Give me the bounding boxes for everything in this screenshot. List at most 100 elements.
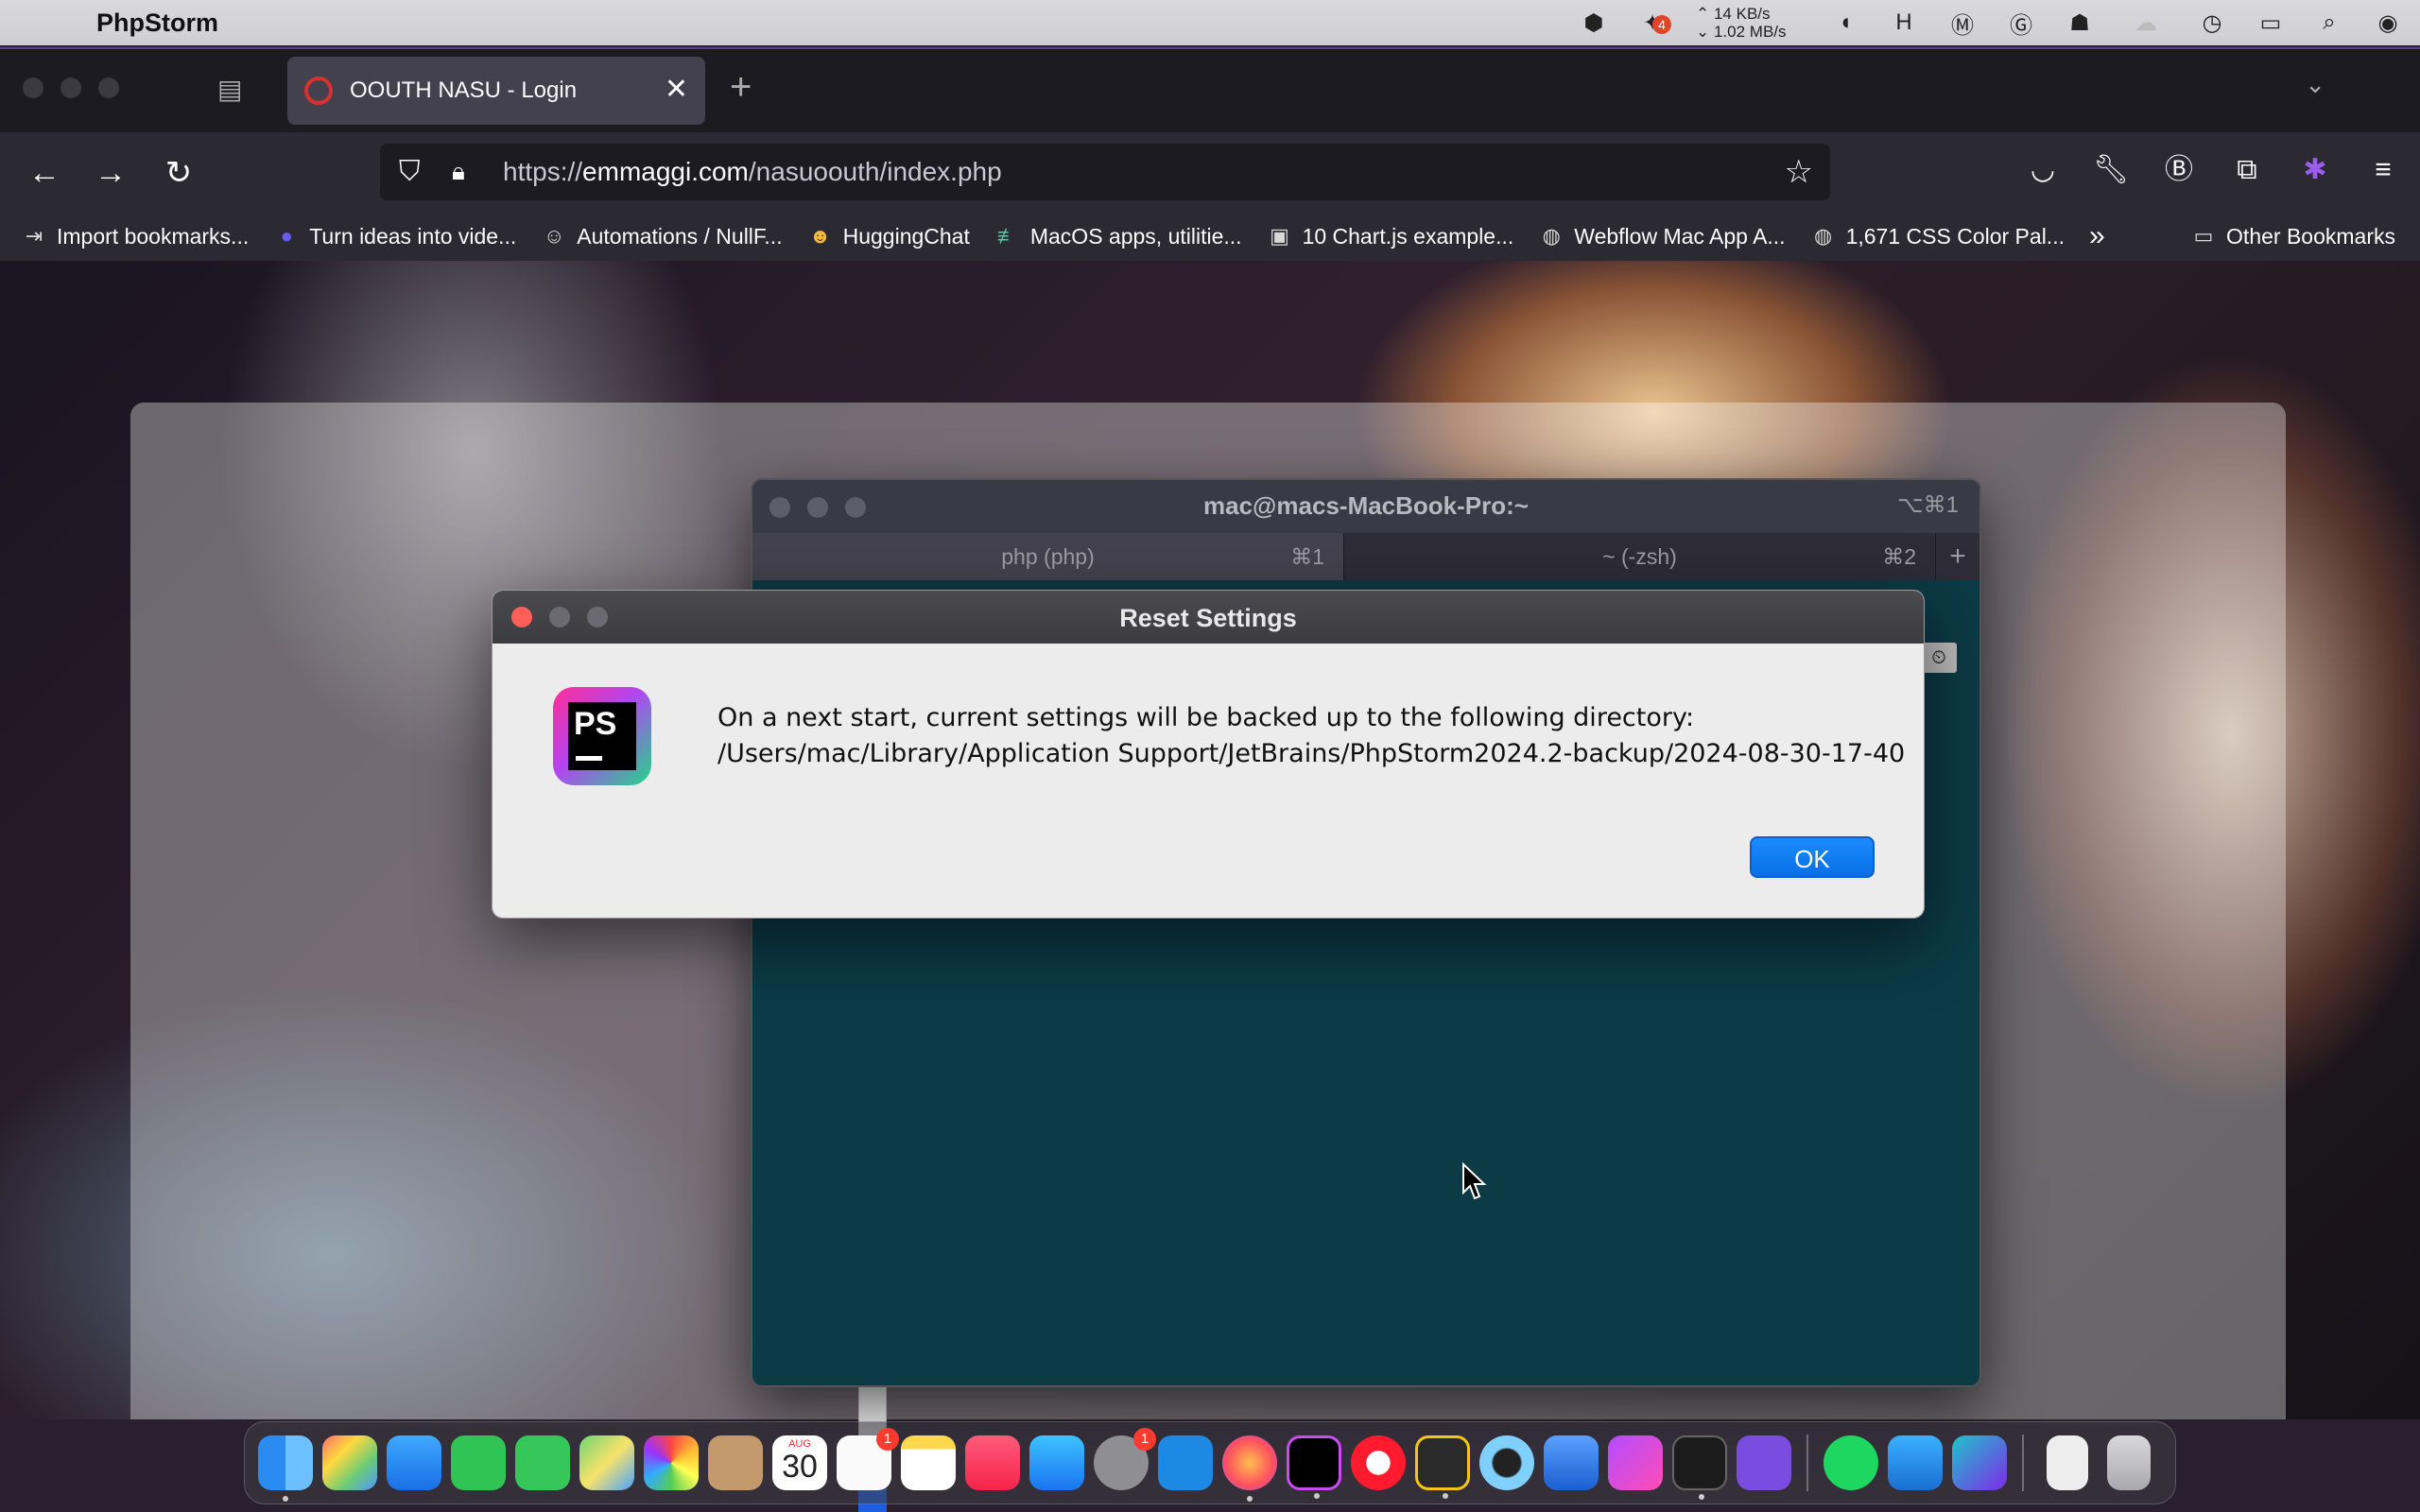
dialog-message-path: /Users/mac/Library/Application Support/J… <box>717 739 1906 768</box>
dropbox-icon[interactable]: ✦4 <box>1637 8 1671 38</box>
dialog-titlebar[interactable]: Reset Settings <box>493 591 1924 644</box>
facetime-icon[interactable] <box>451 1435 506 1490</box>
bookmark-item[interactable]: ▣ 10 Chart.js example... <box>1267 223 1513 249</box>
music-icon[interactable] <box>965 1435 1020 1490</box>
terminal-new-tab-button[interactable]: + <box>1936 533 1979 580</box>
ok-button[interactable]: OK <box>1750 836 1875 878</box>
terminal-tab-php[interactable]: php (php) ⌘1 <box>752 533 1344 580</box>
dock: AUG 30 1 1 <box>244 1421 2176 1504</box>
toolbar-icons: ◡ 🔧︎ Ⓑ ⧉ ✱ ≡ <box>2025 149 2401 191</box>
site-favicon-icon <box>304 77 333 105</box>
siri-icon[interactable]: ◉ <box>2373 8 2403 38</box>
quicktime-icon[interactable] <box>1479 1435 1534 1490</box>
window-controls <box>23 77 119 98</box>
navicat-icon[interactable] <box>1415 1435 1470 1499</box>
dialog-message: On a next start, current settings will b… <box>717 700 1905 772</box>
maps-icon[interactable] <box>579 1435 634 1490</box>
display-icon[interactable]: ▭ <box>2256 8 2286 38</box>
lock-icon[interactable]: 🔒︎ <box>452 157 480 187</box>
globe-icon: ● <box>280 224 293 248</box>
bear-icon[interactable]: ☗ <box>2065 8 2095 38</box>
app-menu-name[interactable]: PhpStorm <box>96 9 218 38</box>
close-tab-icon[interactable]: ✕ <box>665 74 688 106</box>
terminal-titlebar[interactable]: mac@macs-MacBook-Pro:~ ⌥⌘1 <box>752 480 1979 533</box>
bookmark-item[interactable]: ☺ Automations / NullF... <box>541 223 783 249</box>
grammarly-icon[interactable]: Ⓖ <box>2006 8 2036 39</box>
reminders-icon[interactable]: 1 <box>837 1428 899 1490</box>
tab-login[interactable]: OOUTH NASU - Login ✕ <box>287 57 705 125</box>
github-desktop-icon[interactable] <box>1737 1435 1791 1490</box>
terminal-tab-zsh[interactable]: ~ (-zsh) ⌘2 <box>1344 533 1936 580</box>
navigation-bar: ← → ↻ ⛉ 🔒︎ https://emmaggi.com/nasuoouth… <box>0 132 2420 212</box>
dialog-message-line1: On a next start, current settings will b… <box>717 703 1695 732</box>
cloud-icon[interactable]: ☁ <box>2123 8 2169 38</box>
back-button[interactable]: ← <box>21 149 68 197</box>
zoom-window-button[interactable] <box>98 77 119 98</box>
wps-icon[interactable] <box>1608 1435 1663 1490</box>
dock-separator <box>1806 1435 1808 1491</box>
launchpad-icon[interactable] <box>322 1435 377 1490</box>
wrench-icon[interactable]: 🔧︎ <box>2093 149 2129 191</box>
messages-icon[interactable] <box>515 1435 570 1490</box>
h-icon[interactable]: H <box>1889 8 1919 38</box>
terminal-window-shortcut: ⌥⌘1 <box>1896 492 1959 518</box>
file-icon[interactable]: ⬢ <box>1579 8 1609 38</box>
tab-bar: ▤ OOUTH NASU - Login ✕ + ⌄ <box>0 49 2420 132</box>
tab-list-icon[interactable]: ▤ <box>217 74 250 104</box>
robot-icon: ☺ <box>544 224 565 248</box>
trash-icon[interactable] <box>2107 1435 2151 1490</box>
document-icon[interactable] <box>2047 1435 2088 1490</box>
phpstorm-dock-icon[interactable] <box>1287 1435 1341 1499</box>
files-icon[interactable] <box>1544 1435 1599 1490</box>
address-bar[interactable]: ⛉ 🔒︎ https://emmaggi.com/nasuoouth/index… <box>380 144 1830 200</box>
bookmark-item[interactable]: ⇥ Import bookmarks... <box>21 223 249 249</box>
bookmark-item[interactable]: ● Turn ideas into vide... <box>273 223 517 249</box>
url-text[interactable]: https://emmaggi.com/nasuoouth/index.php <box>503 157 1002 187</box>
canva-icon[interactable] <box>1952 1435 2007 1490</box>
contacts-icon[interactable] <box>708 1435 763 1490</box>
terminal-title: mac@macs-MacBook-Pro:~ <box>1203 491 1529 520</box>
reload-button[interactable]: ↻ <box>155 149 202 197</box>
bookmark-item[interactable]: ◍ 1,671 CSS Color Pal... <box>1810 223 2065 249</box>
app-store-icon[interactable] <box>1029 1435 1084 1490</box>
system-settings-icon[interactable]: 1 <box>1094 1428 1156 1490</box>
clock-icon[interactable]: ⏲ <box>1921 643 1957 673</box>
new-tab-button[interactable]: + <box>730 66 752 109</box>
bookmark-item[interactable]: ◍ Webflow Mac App A... <box>1538 223 1786 249</box>
bookmark-item[interactable]: ≢ MacOS apps, utilitie... <box>994 223 1242 249</box>
reminders-badge: 1 <box>876 1428 899 1451</box>
chart-icon: ▣ <box>1270 224 1289 248</box>
purple-extension-icon[interactable]: ✱ <box>2297 149 2333 191</box>
time-machine-icon[interactable]: ◷ <box>2197 8 2227 38</box>
pin-icon[interactable]: ◖ <box>1830 8 1860 38</box>
network-speed[interactable]: ⌃ 14 KB/s ⌄ 1.02 MB/s <box>1696 5 1802 41</box>
stripes-icon: ≢ <box>996 224 1018 248</box>
firefox-icon[interactable] <box>1222 1435 1277 1502</box>
chevron-down-icon[interactable]: ⌄ <box>2305 70 2325 99</box>
bookmark-star-icon[interactable]: ☆ <box>1785 153 1813 191</box>
close-window-button[interactable] <box>23 77 43 98</box>
bookmarks-bar: ⇥ Import bookmarks... ● Turn ideas into vi… <box>0 212 2420 261</box>
spotify-icon[interactable] <box>1824 1435 1878 1490</box>
other-bookmarks[interactable]: ▭ Other Bookmarks <box>2190 223 2395 249</box>
calendar-icon[interactable]: AUG 30 <box>772 1435 827 1490</box>
terminal-dock-icon[interactable] <box>1672 1435 1727 1500</box>
notes-icon[interactable] <box>901 1435 956 1490</box>
shield-icon[interactable]: ⛉ <box>399 156 431 188</box>
forward-button[interactable]: → <box>87 149 134 197</box>
b-extension-icon[interactable]: Ⓑ <box>2161 149 2197 191</box>
mail-icon[interactable] <box>387 1435 441 1490</box>
extensions-icon[interactable]: ⧉ <box>2229 149 2265 191</box>
opera-icon[interactable] <box>1351 1435 1406 1490</box>
migration-icon[interactable] <box>1888 1435 1943 1490</box>
minimize-window-button[interactable] <box>60 77 81 98</box>
finder-icon[interactable] <box>258 1435 313 1502</box>
bookmarks-overflow-icon[interactable]: » <box>2089 220 2105 252</box>
vscode-icon[interactable] <box>1158 1435 1213 1490</box>
photos-icon[interactable] <box>644 1435 699 1490</box>
bookmark-item[interactable]: ☻ HuggingChat <box>807 223 970 249</box>
spotlight-search-icon[interactable]: ⌕ <box>2314 8 2344 38</box>
menu-icon[interactable]: ≡ <box>2365 149 2401 191</box>
m-icon[interactable]: Ⓜ <box>1947 8 1978 39</box>
pocket-icon[interactable]: ◡ <box>2025 149 2061 191</box>
